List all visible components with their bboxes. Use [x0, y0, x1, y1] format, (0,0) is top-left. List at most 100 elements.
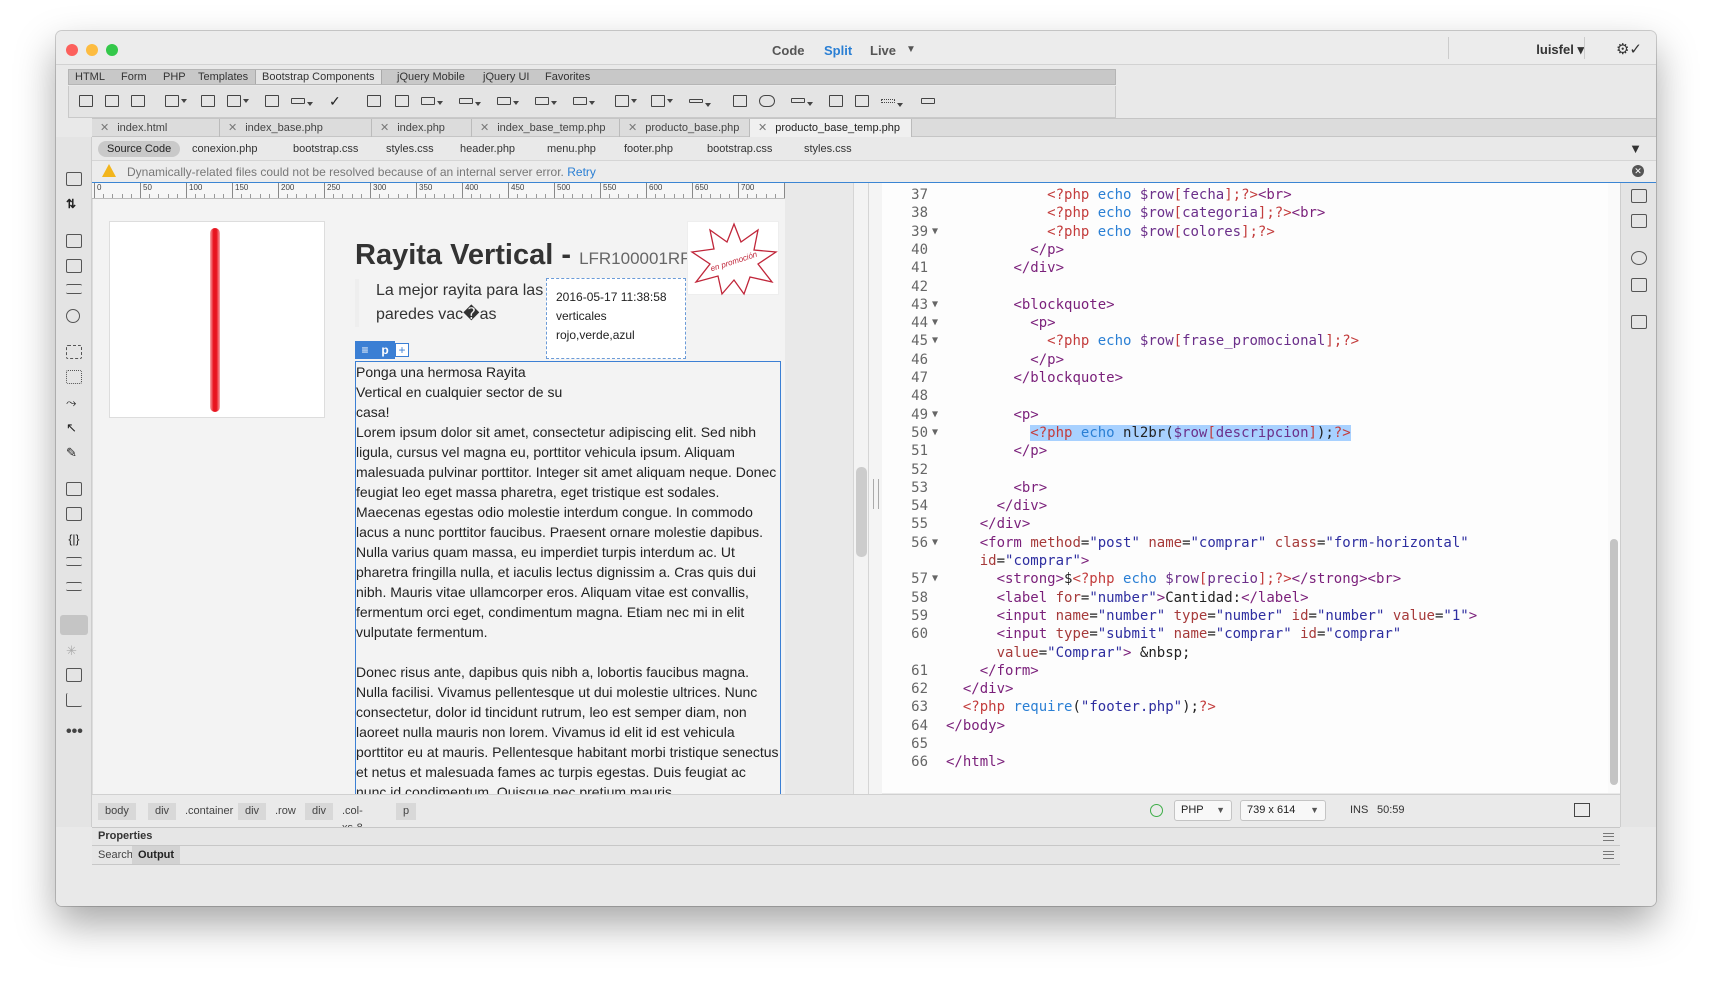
user-menu[interactable]: luisfel ▾ [1536, 42, 1584, 58]
breadcrumb-class[interactable]: .row [268, 803, 303, 820]
code-line[interactable]: 58 <label for="number">Cantidad:</label> [882, 588, 1620, 608]
input-group-icon[interactable] [535, 97, 557, 105]
tab-php[interactable]: PHP [157, 70, 192, 84]
close-icon[interactable]: ✕ [380, 122, 389, 134]
related-file[interactable]: bootstrap.css [707, 141, 772, 157]
code-line[interactable]: 41 </div> [882, 258, 1620, 278]
image-icon[interactable] [227, 95, 249, 107]
code-hint-icon[interactable] [66, 668, 82, 682]
tab-jquery-mobile[interactable]: jQuery Mobile [391, 70, 471, 84]
alert-icon[interactable] [791, 98, 813, 106]
code-line[interactable]: id="comprar"> [882, 551, 1620, 571]
fold-arrow-icon[interactable]: ▼ [932, 222, 938, 242]
related-file[interactable]: footer.php [624, 141, 673, 157]
breadcrumb-tag[interactable]: div [305, 803, 334, 820]
progress-icon[interactable] [689, 99, 711, 107]
snippets-panel-icon[interactable] [1631, 214, 1647, 228]
code-view-button[interactable]: Code [772, 43, 805, 58]
wrap-icon[interactable]: ⤳ [66, 395, 82, 410]
product-image[interactable] [109, 221, 325, 418]
css-designer-icon[interactable] [1631, 278, 1647, 292]
files-panel-icon[interactable] [1631, 315, 1647, 329]
related-file[interactable]: header.php [460, 141, 515, 157]
breadcrumb-tag[interactable]: p [396, 803, 417, 820]
tab-templates[interactable]: Templates [192, 70, 254, 84]
split-view-button[interactable]: Split [824, 43, 852, 58]
fold-arrow-icon[interactable]: ▼ [932, 295, 938, 315]
gear-icon[interactable]: ⚙✓ [1616, 40, 1642, 58]
list-group-icon[interactable] [395, 95, 409, 107]
fold-arrow-icon[interactable]: ▼ [932, 423, 938, 443]
panel-menu-icon[interactable] [1603, 851, 1614, 859]
doc-tab[interactable]: ✕ index_base.php [220, 119, 372, 137]
outdent-icon[interactable] [66, 582, 82, 591]
pointer-icon[interactable]: ↖ [66, 420, 82, 435]
filter-icon[interactable]: ▼ [1629, 141, 1642, 156]
code-line[interactable]: value="Comprar"> &nbsp; [882, 643, 1620, 663]
code-line[interactable]: 40 </p> [882, 240, 1620, 260]
doc-tab[interactable]: ✕ producto_base.php [620, 119, 750, 137]
details-box[interactable]: 2016-05-17 11:38:58 verticales rojo,verd… [546, 278, 686, 359]
breadcrumb-tag[interactable]: body [98, 803, 136, 820]
element-menu-button[interactable]: ≡ [355, 341, 375, 359]
code-line[interactable]: 46 </p> [882, 350, 1620, 370]
layout-icon[interactable] [733, 95, 747, 107]
chart-icon[interactable] [66, 693, 82, 707]
code-line[interactable]: 39 ▼ <?php echo $row[colores];?> [882, 222, 1620, 242]
nav-icon[interactable] [573, 97, 595, 105]
breadcrumb-class[interactable]: .container [178, 803, 240, 820]
format-source-icon[interactable] [60, 615, 88, 635]
related-file-source-code[interactable]: Source Code [98, 141, 181, 157]
close-icon[interactable]: ✕ [228, 122, 237, 134]
close-icon[interactable]: ✕ [628, 122, 637, 134]
split-divider[interactable] [869, 183, 882, 827]
code-line[interactable]: 55 </div> [882, 514, 1620, 534]
document-type-select[interactable]: PHP ▼ [1174, 800, 1232, 821]
code-view-icon[interactable] [66, 234, 82, 248]
code-line[interactable]: 50 ▼ <?php echo nl2br($row[descripcion]);… [882, 423, 1620, 443]
media-icon[interactable] [651, 95, 673, 107]
close-window-button[interactable] [66, 44, 78, 56]
properties-panel-header[interactable]: Properties [92, 827, 1620, 846]
button-icon[interactable] [291, 98, 313, 106]
row-icon[interactable] [105, 95, 119, 107]
expand-icon[interactable] [66, 345, 82, 359]
code-line[interactable]: 47 </blockquote> [882, 368, 1620, 388]
navbar-icon[interactable] [165, 95, 187, 107]
code-line[interactable]: 63 <?php require("footer.php");?> [882, 697, 1620, 717]
dropdown-icon[interactable] [497, 97, 519, 105]
tab-form[interactable]: Form [115, 70, 153, 84]
live-view-scrollbar[interactable] [853, 183, 869, 827]
splitter-grip-icon[interactable] [873, 479, 879, 509]
sparkle-icon[interactable]: ✳ [66, 643, 82, 658]
target-icon[interactable] [66, 309, 80, 323]
minimize-window-button[interactable] [86, 44, 98, 56]
doc-tab[interactable]: ✕ index.html [92, 119, 220, 137]
tab-jquery-ui[interactable]: jQuery UI [477, 70, 535, 84]
related-file[interactable]: menu.php [547, 141, 596, 157]
tab-html[interactable]: HTML [69, 70, 111, 84]
label-icon[interactable] [921, 98, 935, 104]
code-editor[interactable]: 37 <?php echo $row[fecha];?><br> 38 <?php… [882, 183, 1620, 793]
code-line[interactable]: 42 [882, 277, 1620, 297]
description-paragraph[interactable]: Ponga una hermosa Rayita Vertical en cua… [355, 361, 781, 827]
fold-arrow-icon[interactable]: ▼ [932, 533, 938, 553]
code-line[interactable]: 61 </form> [882, 661, 1620, 681]
product-title[interactable]: Rayita Vertical - LFR100001RFL [355, 239, 700, 272]
related-file[interactable]: conexion.php [192, 141, 257, 157]
add-class-button[interactable]: + [395, 343, 409, 357]
code-line[interactable]: 51 </p> [882, 441, 1620, 461]
related-file[interactable]: styles.css [386, 141, 434, 157]
breadcrumb-tag[interactable]: div [238, 803, 267, 820]
format-icon[interactable] [66, 284, 82, 294]
comment-icon[interactable] [66, 482, 82, 496]
code-line[interactable]: 64 </body> [882, 716, 1620, 736]
column-icon[interactable] [131, 95, 145, 107]
pagination-icon[interactable] [881, 99, 903, 107]
code-line[interactable]: 44 ▼ <p> [882, 313, 1620, 333]
code-line[interactable]: 48 [882, 386, 1620, 406]
panel-menu-icon[interactable] [1603, 833, 1614, 841]
well-icon[interactable] [759, 95, 775, 107]
code-line[interactable]: 60 <input type="submit" name="comprar" i… [882, 624, 1620, 644]
scroll-thumb[interactable] [856, 467, 867, 557]
